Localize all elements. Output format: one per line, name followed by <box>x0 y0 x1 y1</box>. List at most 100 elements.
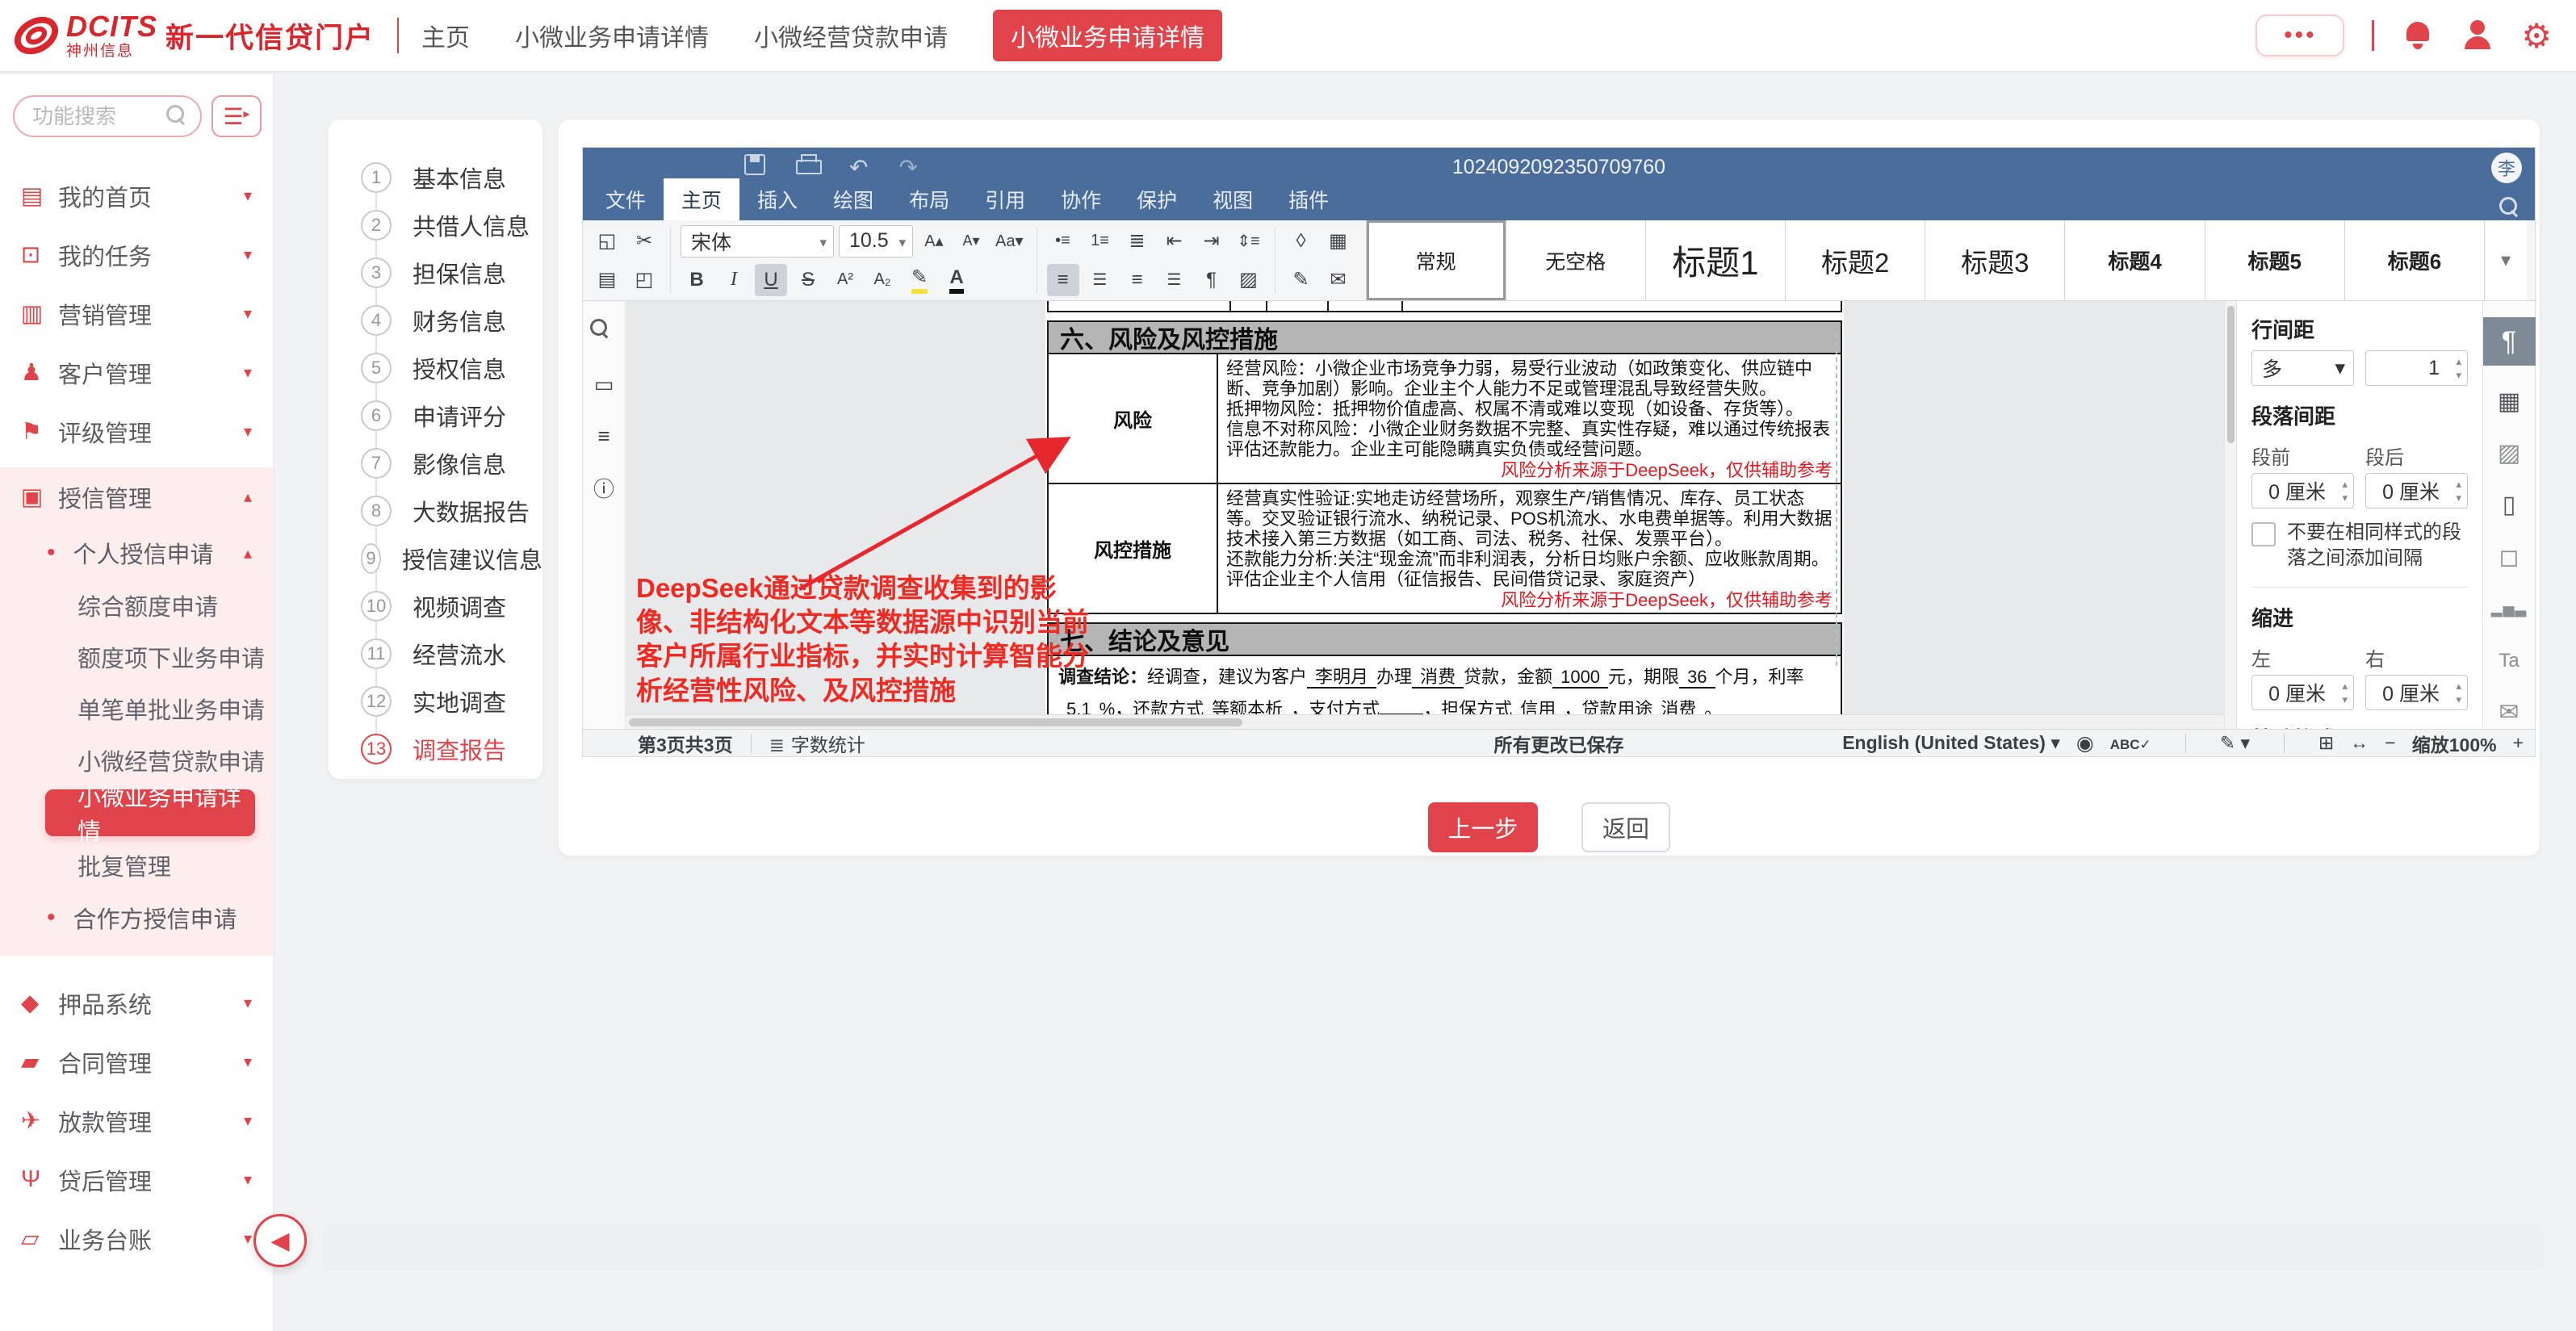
style-cell[interactable]: 标题1 <box>1646 220 1786 300</box>
font-name-select[interactable]: 宋体 <box>681 225 834 257</box>
submenu-group-partner-credit[interactable]: 合作方授信申请 <box>0 891 273 944</box>
fit-page-icon[interactable] <box>2318 732 2334 754</box>
submenu-item[interactable]: 额度项下业务申请 <box>0 631 273 683</box>
sub-icon[interactable] <box>866 264 898 296</box>
sidebar-collapse-button[interactable] <box>212 95 262 137</box>
indent-right-stepper[interactable]: 0 厘米▴▾ <box>2365 675 2468 710</box>
copy-icon[interactable] <box>591 225 623 257</box>
vertical-scrollbar[interactable] <box>2224 301 2236 729</box>
spinner-arrows-icon[interactable]: ▴▾ <box>2456 354 2461 382</box>
more-tabs-button[interactable]: ••• <box>2256 15 2344 57</box>
shrink-font-icon[interactable] <box>955 225 987 257</box>
indent-icon[interactable] <box>1196 225 1228 257</box>
styles-gallery-expand-button[interactable] <box>2485 220 2527 300</box>
save-icon[interactable] <box>744 154 765 175</box>
editor-menu-item[interactable]: 协作 <box>1043 178 1119 220</box>
style-cell[interactable]: 标题3 <box>1925 220 2065 300</box>
themecolor-icon[interactable] <box>1322 225 1355 257</box>
wizard-step[interactable]: 12 实地调查 <box>361 677 542 725</box>
underline-icon[interactable] <box>755 264 787 296</box>
gear-icon[interactable] <box>2521 16 2552 56</box>
toc-icon[interactable] <box>590 422 618 450</box>
spellcheck-icon[interactable] <box>2110 732 2151 754</box>
submenu-item[interactable]: 小微业务申请详情 <box>45 789 255 836</box>
fontcolor-icon[interactable] <box>940 264 973 296</box>
wizard-step[interactable]: 11 经营流水 <box>361 630 542 677</box>
alignright-icon[interactable] <box>1121 264 1154 296</box>
shading-icon[interactable] <box>1233 264 1265 296</box>
nav-tab[interactable]: 小微业务申请详情 <box>993 10 1222 61</box>
fit-width-icon[interactable] <box>2350 732 2369 754</box>
strike-icon[interactable] <box>792 264 824 296</box>
spacing-after-stepper[interactable]: 0 厘米▴▾ <box>2365 473 2468 509</box>
wizard-step[interactable]: 13 调查报告 <box>361 725 542 772</box>
highlight-icon[interactable] <box>903 264 936 296</box>
bold-icon[interactable] <box>681 264 713 296</box>
nav-tab[interactable]: 小微业务申请详情 <box>515 18 709 53</box>
wizard-step[interactable]: 4 财务信息 <box>361 296 542 344</box>
sup-icon[interactable] <box>829 264 861 296</box>
painter-icon[interactable] <box>1285 264 1317 296</box>
eraser-icon[interactable] <box>1285 225 1317 257</box>
nav-tab[interactable]: 小微经营贷款申请 <box>754 18 948 53</box>
editor-menu-item[interactable]: 视图 <box>1195 178 1271 220</box>
editor-menu-item[interactable]: 插入 <box>739 178 815 220</box>
style-cell[interactable]: 常规 <box>1367 220 1506 300</box>
textart-icon[interactable] <box>2491 645 2527 677</box>
wizard-step[interactable]: 10 视频调查 <box>361 582 542 630</box>
linespace-icon[interactable] <box>1233 225 1265 257</box>
line-spacing-select[interactable]: 多 <box>2251 350 2354 386</box>
image-icon[interactable] <box>2491 437 2527 470</box>
redo-icon[interactable] <box>898 154 917 181</box>
globe-icon[interactable] <box>2076 731 2094 755</box>
bell-icon[interactable] <box>2402 19 2434 52</box>
submenu-group-personal-credit[interactable]: 个人授信申请 <box>0 526 273 580</box>
style-cell[interactable]: 无空格 <box>1506 220 1646 300</box>
submenu-item[interactable]: 综合额度申请 <box>0 580 273 631</box>
pilcrow-icon[interactable] <box>1196 264 1228 296</box>
print-icon[interactable] <box>796 154 819 175</box>
language-selector[interactable]: English (United States) <box>1842 732 2060 754</box>
multilist-icon[interactable] <box>1121 225 1154 257</box>
numbering-icon[interactable] <box>1084 225 1116 257</box>
style-cell[interactable]: 标题4 <box>2065 220 2205 300</box>
spinner-arrows-icon[interactable]: ▴▾ <box>2456 679 2461 706</box>
outdent-icon[interactable] <box>1158 225 1191 257</box>
return-button[interactable]: 返回 <box>1581 802 1670 852</box>
wizard-step[interactable]: 2 共借人信息 <box>361 201 542 249</box>
chart-icon[interactable] <box>2488 592 2531 625</box>
sidebar-item[interactable]: 营销管理 <box>0 284 273 343</box>
mailmerge-icon[interactable] <box>2491 697 2527 729</box>
wizard-step[interactable]: 7 影像信息 <box>361 439 542 487</box>
sidebar-item[interactable]: 押品系统 <box>0 973 273 1032</box>
previous-step-button[interactable]: 上一步 <box>1428 802 1538 852</box>
pagefmt-icon[interactable] <box>2491 489 2527 521</box>
aligncenter-icon[interactable] <box>1084 264 1116 296</box>
indent-left-stepper[interactable]: 0 厘米▴▾ <box>2251 675 2354 710</box>
sidebar-item[interactable]: 客户管理 <box>0 343 273 402</box>
wizard-step[interactable]: 9 授信建议信息 <box>361 534 542 582</box>
table-icon[interactable] <box>2491 385 2527 417</box>
submenu-item[interactable]: 单笔单批业务申请 <box>0 683 273 735</box>
grow-font-icon[interactable] <box>918 225 950 257</box>
sidebar-item[interactable]: 贷后管理 <box>0 1150 273 1209</box>
sidebar-item-credit-management[interactable]: 授信管理 <box>0 467 273 526</box>
editor-search-icon[interactable] <box>2499 197 2520 218</box>
style-cell[interactable]: 标题2 <box>1786 220 1925 300</box>
no-gap-checkbox[interactable] <box>2251 522 2276 546</box>
info-icon[interactable] <box>590 474 618 501</box>
pilcrow2-icon[interactable] <box>2483 317 2536 366</box>
alignleft-icon[interactable] <box>1047 264 1079 296</box>
zoom-out-button[interactable] <box>2385 732 2395 754</box>
editor-menu-item[interactable]: 绘图 <box>815 178 891 220</box>
mailx-icon[interactable] <box>1322 264 1355 296</box>
paste-icon[interactable] <box>591 264 623 296</box>
horizontal-scrollbar[interactable] <box>626 714 2224 729</box>
spinner-arrows-icon[interactable]: ▴▾ <box>2342 477 2348 504</box>
line-spacing-stepper[interactable]: 1▴▾ <box>2365 350 2468 386</box>
editor-menu-item[interactable]: 文件 <box>588 178 664 220</box>
wizard-step[interactable]: 5 授权信息 <box>361 344 542 391</box>
nav-tab[interactable]: 主页 <box>421 18 470 53</box>
wizard-step[interactable]: 8 大数据报告 <box>361 487 542 534</box>
sidebar-item[interactable]: 评级管理 <box>0 402 273 461</box>
